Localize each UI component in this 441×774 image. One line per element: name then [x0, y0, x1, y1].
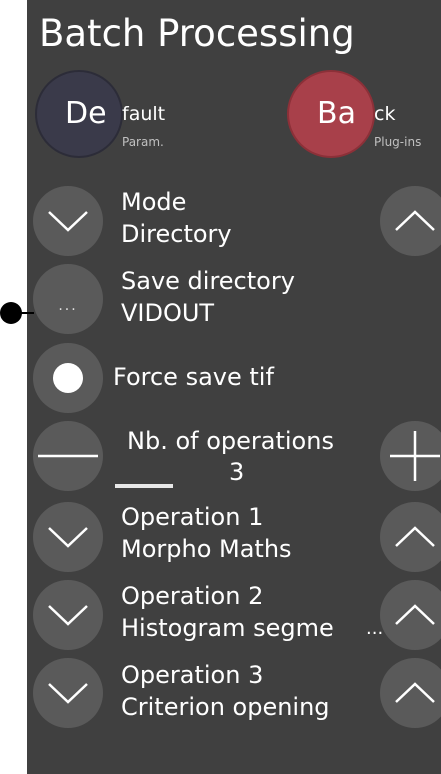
save-directory-value: VIDOUT	[121, 299, 215, 327]
operation-2-prev-button[interactable]	[33, 580, 103, 650]
save-directory-label: Save directory	[121, 267, 295, 295]
default-preset-label: fault	[122, 103, 166, 125]
chevron-down-icon	[48, 211, 88, 232]
browse-directory-button[interactable]: ...	[33, 264, 103, 334]
back-icon-text: Ba	[317, 96, 356, 131]
chevron-up-icon	[395, 682, 435, 703]
mode-prev-button[interactable]	[33, 186, 103, 256]
plus-icon	[390, 431, 440, 481]
nb-operations-value: 3	[229, 458, 245, 486]
radio-selected-icon	[53, 363, 83, 393]
chevron-up-icon	[395, 604, 435, 625]
operation-1-value: Morpho Maths	[121, 535, 292, 563]
chevron-up-icon	[395, 210, 435, 231]
operation-3-prev-button[interactable]	[33, 658, 103, 728]
operation-2-label: Operation 2	[121, 582, 264, 610]
chevron-down-icon	[48, 605, 88, 626]
mode-value: Directory	[121, 220, 232, 248]
force-save-tif-toggle[interactable]	[33, 343, 103, 413]
operation-1-prev-button[interactable]	[33, 502, 103, 572]
operation-2-value: Histogram segme	[121, 614, 334, 642]
back-sub: Plug-ins	[374, 135, 422, 149]
operation-3-next-button[interactable]	[380, 658, 441, 728]
operation-1-label: Operation 1	[121, 503, 264, 531]
mode-next-button[interactable]	[380, 186, 441, 256]
nb-operations-slider-fill[interactable]	[115, 484, 173, 488]
panel-title: Batch Processing	[39, 12, 355, 55]
operation-3-value: Criterion opening	[121, 693, 330, 721]
force-save-tif-label: Force save tif	[113, 363, 274, 391]
default-preset-sub: Param.	[122, 135, 164, 149]
operation-3-label: Operation 3	[121, 661, 264, 689]
chevron-down-icon	[48, 683, 88, 704]
connector-dot	[0, 302, 22, 324]
decrease-operations-button[interactable]	[33, 421, 103, 491]
operation-1-next-button[interactable]	[380, 502, 441, 572]
back-label: ck	[374, 103, 396, 125]
chevron-up-icon	[395, 526, 435, 547]
nb-operations-label: Nb. of operations	[127, 427, 334, 455]
minus-icon	[38, 454, 98, 458]
default-preset-icon-text: De	[65, 96, 107, 131]
mode-label: Mode	[121, 188, 187, 216]
browse-ellipsis: ...	[58, 298, 78, 314]
chevron-down-icon	[48, 527, 88, 548]
operation-2-next-button[interactable]	[380, 580, 441, 650]
increase-operations-button[interactable]	[380, 421, 441, 491]
